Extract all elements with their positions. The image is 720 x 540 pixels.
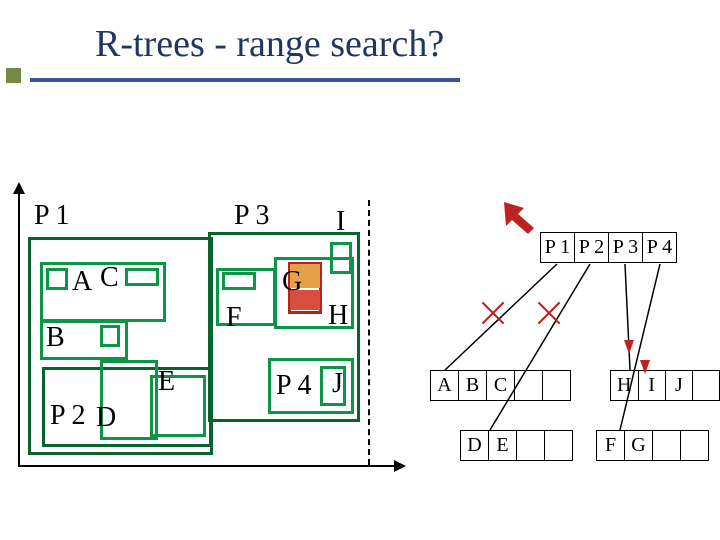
- label-d: D: [96, 402, 116, 434]
- tree-cell: J: [665, 371, 692, 401]
- box-i: [330, 242, 352, 274]
- label-a: A: [72, 266, 92, 298]
- tree-root-table: P 1 P 2 P 3 P 4: [540, 232, 677, 263]
- box-c: [125, 268, 159, 286]
- tree-cell: [517, 431, 545, 461]
- axis-dashed-line: [368, 200, 370, 465]
- tree-cell: [653, 431, 681, 461]
- descend-arrow-icon: [640, 360, 650, 374]
- tree-node-abc: A B C: [430, 370, 571, 401]
- label-p4: P 4: [276, 370, 312, 402]
- box-a-left: [46, 268, 68, 290]
- label-f: F: [226, 302, 242, 334]
- tree-cell: D: [461, 431, 489, 461]
- tree-cell: G: [625, 431, 653, 461]
- tree-node-de: D E: [460, 430, 573, 461]
- x-axis-arrow-icon: [394, 460, 406, 472]
- tree-cell: F: [597, 431, 625, 461]
- tree-cell: [681, 431, 709, 461]
- label-g: G: [282, 266, 302, 298]
- title-underline: [30, 78, 460, 82]
- label-h: H: [328, 300, 348, 332]
- tree-node-fg: F G: [596, 430, 709, 461]
- tree-cell: C: [487, 371, 515, 401]
- tree-root-cell: P 2: [575, 233, 609, 263]
- tree-cell: I: [638, 371, 665, 401]
- label-j: J: [332, 368, 343, 400]
- label-p3: P 3: [234, 200, 270, 232]
- red-arrow-icon: [504, 202, 540, 234]
- tree-cell: [515, 371, 543, 401]
- tree-cell: [545, 431, 573, 461]
- tree-cell: [543, 371, 571, 401]
- tree-cell: A: [431, 371, 459, 401]
- page-title: R-trees - range search?: [95, 22, 444, 66]
- pruned-x-icon: [480, 300, 506, 326]
- tree-cell: [693, 371, 720, 401]
- tree-node-hij: H I J: [610, 370, 720, 401]
- tree-cell: B: [459, 371, 487, 401]
- title-decorative-square: [6, 68, 21, 83]
- label-p1: P 1: [34, 200, 70, 232]
- y-axis-arrow-icon: [13, 182, 25, 194]
- tree-cell: H: [611, 371, 639, 401]
- label-i: I: [336, 206, 345, 238]
- y-axis: [18, 192, 20, 467]
- descend-arrow-icon: [624, 340, 634, 354]
- box-g-inner1: [222, 272, 256, 290]
- tree-root-cell: P 3: [609, 233, 643, 263]
- label-c: C: [100, 262, 119, 294]
- pruned-x-icon: [536, 300, 562, 326]
- tree-root-cell: P 1: [541, 233, 575, 263]
- label-e: E: [158, 366, 175, 398]
- label-p2: P 2: [50, 400, 86, 432]
- box-b-inner: [100, 325, 120, 347]
- x-axis: [18, 465, 396, 467]
- tree-root-cell: P 4: [643, 233, 677, 263]
- tree-cell: E: [489, 431, 517, 461]
- label-b: B: [46, 322, 65, 354]
